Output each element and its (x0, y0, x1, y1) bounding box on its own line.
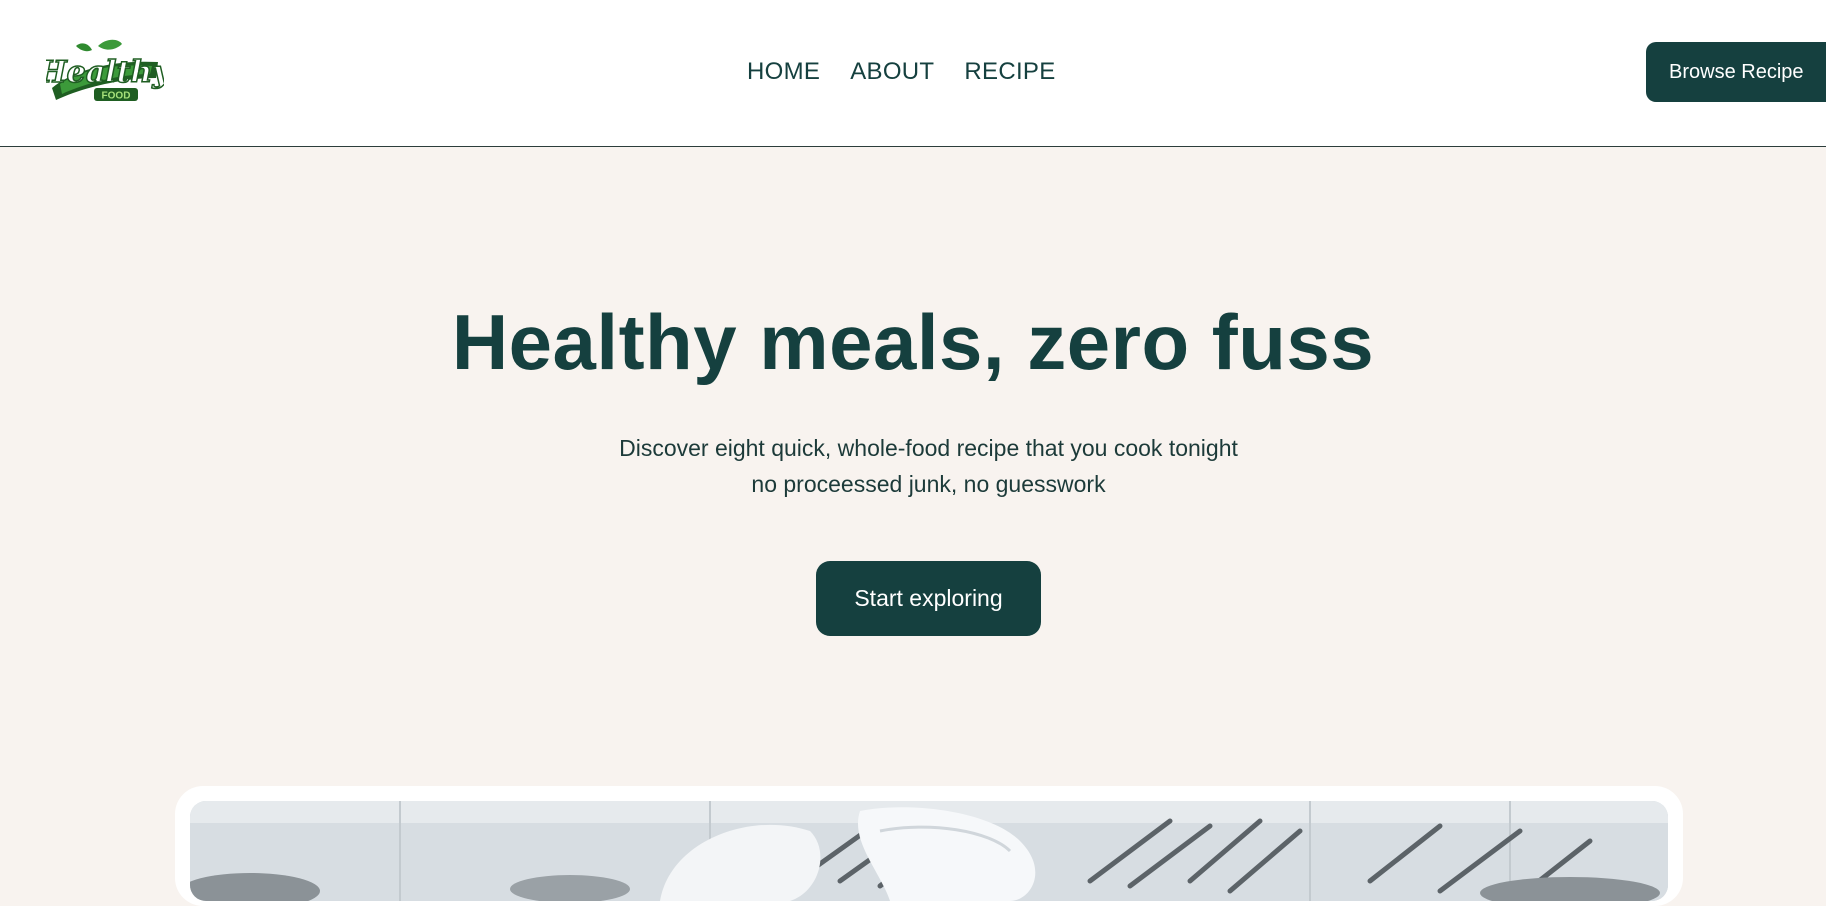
logo-word: Healthy (46, 55, 164, 90)
main-nav: HOME ABOUT RECIPE (747, 58, 1056, 86)
start-exploring-button[interactable]: Start exploring (816, 561, 1041, 636)
logo-sub: FOOD (102, 91, 131, 102)
browse-recipe-button[interactable]: Browse Recipe (1646, 42, 1826, 102)
hero-subtitle-line-2: no proceessed junk, no guesswork (751, 471, 1106, 497)
nav-home[interactable]: HOME (747, 58, 820, 86)
showcase-frame (175, 786, 1683, 906)
kitchen-chefs-photo (190, 801, 1668, 901)
hero-subtitle-line-1: Discover eight quick, whole-food recipe … (619, 435, 1238, 461)
kitchen-photo-graphic (190, 801, 1668, 901)
nav-about[interactable]: ABOUT (850, 58, 934, 86)
nav-recipe[interactable]: RECIPE (964, 58, 1055, 86)
healthy-food-logo[interactable]: Healthy FOOD (37, 38, 173, 106)
site-header: Healthy FOOD HOME ABOUT RECIPE Browse Re… (0, 0, 1826, 147)
hero-title: Healthy meals, zero fuss (451, 298, 1375, 386)
hero-subtitle: Discover eight quick, whole-food recipe … (0, 430, 1826, 502)
logo-graphic: Healthy FOOD (37, 39, 173, 102)
